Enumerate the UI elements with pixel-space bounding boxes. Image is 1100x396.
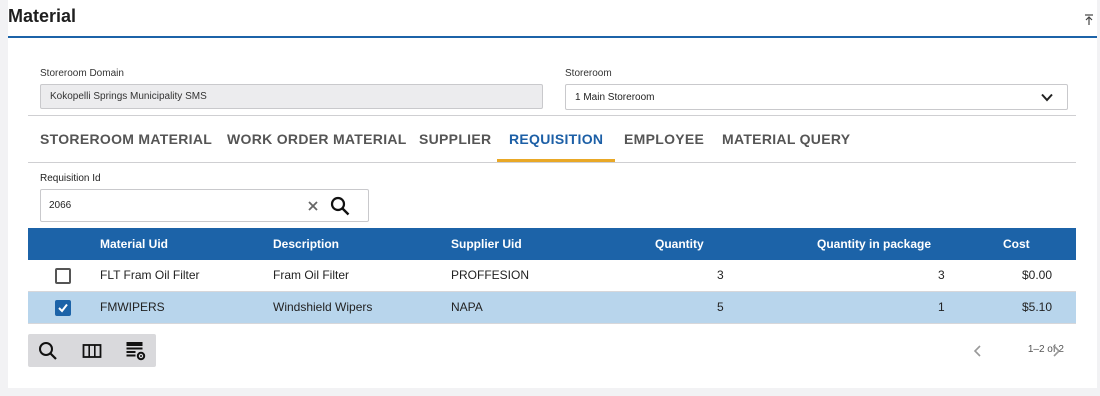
collapse-up-icon[interactable] bbox=[1084, 14, 1094, 26]
column-header-description[interactable]: Description bbox=[273, 228, 339, 260]
storeroom-domain-field: Kokopelli Springs Municipality SMS bbox=[40, 84, 543, 109]
cell-description: Windshield Wipers bbox=[273, 300, 373, 314]
cell-description: Fram Oil Filter bbox=[273, 268, 349, 282]
search-icon[interactable] bbox=[37, 340, 59, 362]
tab-requisition[interactable]: REQUISITION bbox=[497, 116, 616, 162]
requisition-id-label: Requisition Id bbox=[40, 173, 101, 184]
row-checkbox[interactable] bbox=[55, 300, 71, 316]
cell-material-uid: FMWIPERS bbox=[100, 300, 165, 314]
column-header-quantity-in-package[interactable]: Quantity in package bbox=[817, 228, 931, 260]
grid-toolbar bbox=[28, 334, 156, 367]
column-header-supplier-uid[interactable]: Supplier Uid bbox=[451, 228, 522, 260]
requisition-id-input[interactable] bbox=[41, 190, 307, 221]
requisition-search-box bbox=[40, 189, 369, 222]
tab-storeroom-material[interactable]: STOREROOM MATERIAL bbox=[28, 116, 224, 162]
cell-quantity: 5 bbox=[717, 300, 724, 314]
search-icon[interactable] bbox=[330, 196, 350, 216]
storeroom-select-value: 1 Main Storeroom bbox=[575, 92, 655, 103]
cell-supplier-uid: NAPA bbox=[451, 300, 483, 314]
page-title: Material bbox=[8, 6, 77, 26]
close-icon[interactable] bbox=[308, 201, 318, 211]
table-settings-icon[interactable] bbox=[125, 340, 147, 362]
tab-supplier[interactable]: SUPPLIER bbox=[407, 116, 503, 162]
row-checkbox[interactable] bbox=[55, 268, 71, 284]
cell-cost: $0.00 bbox=[1022, 268, 1053, 282]
chevron-right-icon[interactable] bbox=[1051, 344, 1061, 358]
cell-material-uid: FLT Fram Oil Filter bbox=[100, 268, 200, 282]
chevron-down-icon bbox=[1041, 93, 1053, 102]
column-header-material-uid[interactable]: Material Uid bbox=[100, 228, 168, 260]
storeroom-domain-label: Storeroom Domain bbox=[40, 68, 124, 79]
table-row[interactable]: FLT Fram Oil Filter Fram Oil Filter PROF… bbox=[28, 260, 1076, 292]
grid-header: Material Uid Description Supplier Uid Qu… bbox=[28, 228, 1076, 260]
tab-employee[interactable]: EMPLOYEE bbox=[612, 116, 716, 162]
checkmark-icon bbox=[58, 303, 68, 313]
tab-material-query[interactable]: MATERIAL QUERY bbox=[710, 116, 862, 162]
storeroom-label: Storeroom bbox=[565, 68, 612, 79]
tab-work-order-material[interactable]: WORK ORDER MATERIAL bbox=[215, 116, 419, 162]
cell-supplier-uid: PROFFESION bbox=[451, 268, 530, 282]
columns-icon[interactable] bbox=[81, 340, 103, 362]
column-header-cost[interactable]: Cost bbox=[1003, 228, 1030, 260]
cell-quantity-in-package: 3 bbox=[938, 268, 945, 282]
tab-bar-divider bbox=[28, 162, 1076, 163]
storeroom-select[interactable]: 1 Main Storeroom bbox=[565, 84, 1068, 110]
column-header-quantity[interactable]: Quantity bbox=[655, 228, 704, 260]
cell-quantity-in-package: 1 bbox=[938, 300, 945, 314]
table-row[interactable]: FMWIPERS Windshield Wipers NAPA 5 1 $5.1… bbox=[28, 292, 1076, 324]
chevron-left-icon[interactable] bbox=[973, 344, 983, 358]
title-divider bbox=[8, 36, 1097, 38]
cell-cost: $5.10 bbox=[1022, 300, 1053, 314]
cell-quantity: 3 bbox=[717, 268, 724, 282]
